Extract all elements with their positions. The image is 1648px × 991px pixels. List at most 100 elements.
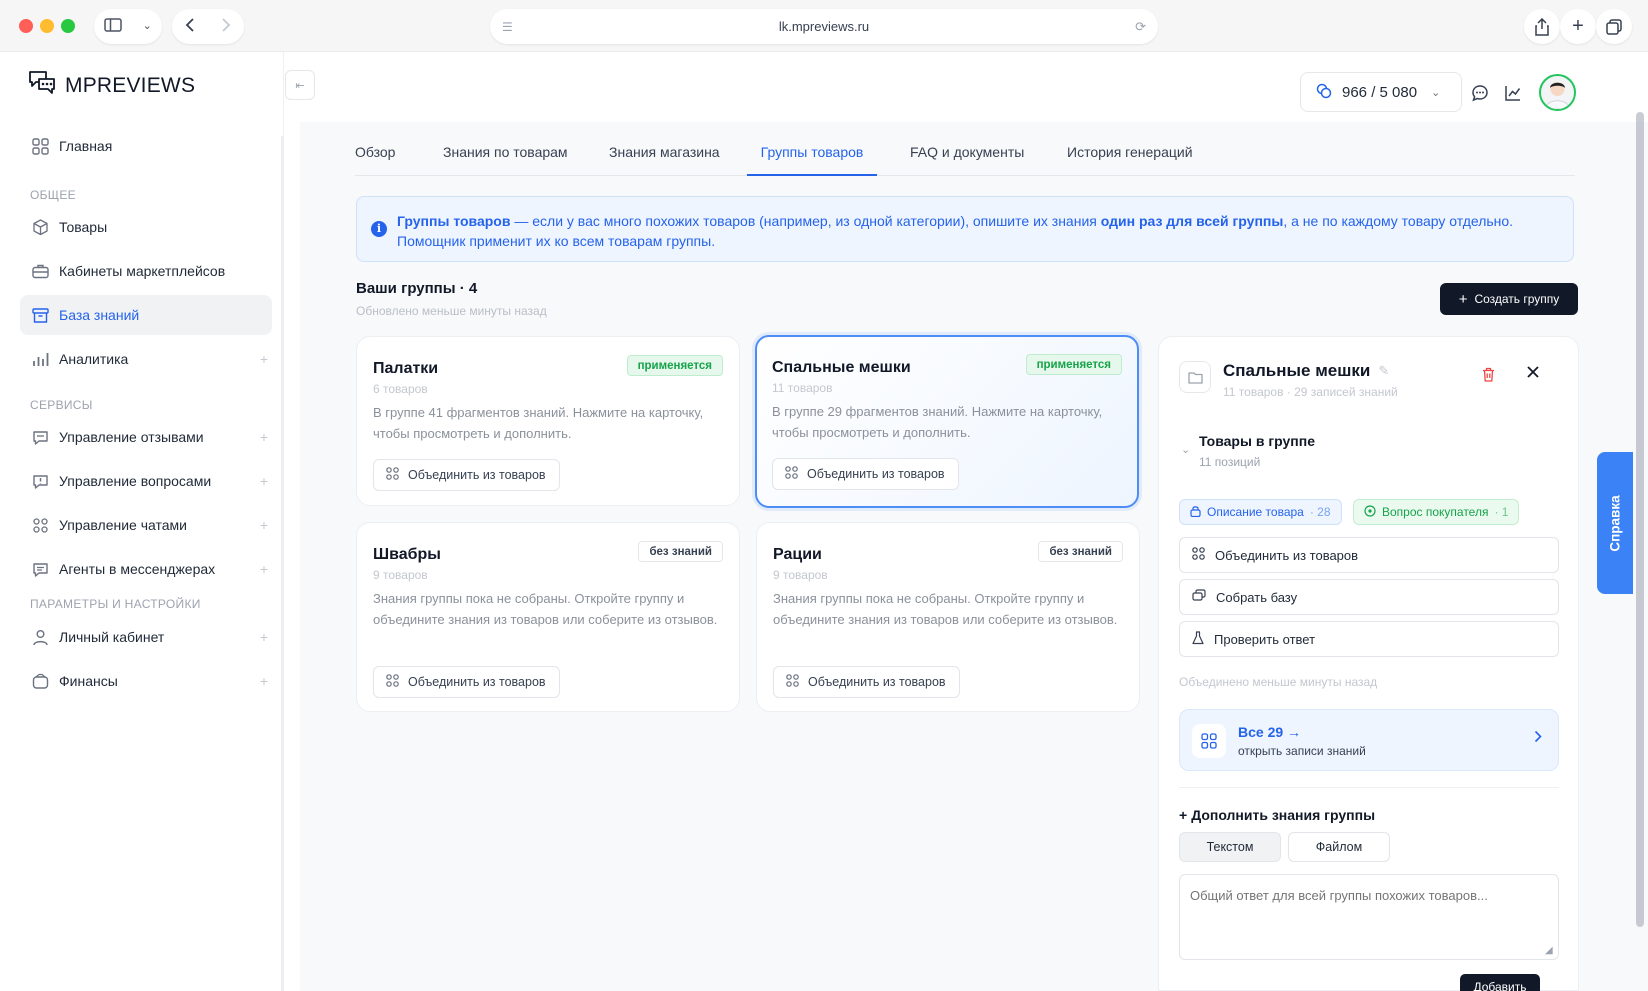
grid-icon <box>786 674 799 690</box>
sidebar-item-questions[interactable]: Управление вопросами + <box>20 461 272 501</box>
products-count: 11 позиций <box>1199 455 1261 469</box>
tab-overview-button[interactable] <box>1596 9 1632 44</box>
group-description: Знания группы пока не собраны. Откройте … <box>373 591 718 627</box>
chat-icon <box>1472 85 1488 102</box>
sidebar-item-label: Главная <box>59 138 113 154</box>
tab-generation-history[interactable]: История генераций <box>1067 144 1193 176</box>
lock-icon <box>1190 505 1201 520</box>
cubes-icon <box>31 218 49 236</box>
sidebar-item-analytics[interactable]: Аналитика + <box>20 339 272 379</box>
button-label: Собрать базу <box>1216 589 1298 605</box>
sidebar-item-products[interactable]: Товары <box>20 207 272 247</box>
merge-from-products-button[interactable]: Объединить из товаров <box>373 666 560 698</box>
avatar[interactable] <box>1539 74 1576 111</box>
sidebar-item-messenger-agents[interactable]: Агенты в мессенджерах + <box>20 549 272 589</box>
check-answer-button[interactable]: Проверить ответ <box>1179 621 1559 657</box>
sidebar-item-reviews[interactable]: Управление отзывами + <box>20 417 272 457</box>
expand-icon[interactable]: + <box>260 561 268 577</box>
merge-label: Объединить из товаров <box>808 675 946 689</box>
open-knowledge-records-link[interactable]: Все 29 → открыть записи знаний <box>1179 709 1559 771</box>
group-card-sleeping-bags[interactable]: Спальные мешки 11 товаров применяется В … <box>755 335 1139 508</box>
tab-store-knowledge[interactable]: Знания магазина <box>609 144 720 176</box>
group-card-mops[interactable]: Швабры 9 товаров без знаний Знания групп… <box>356 522 740 712</box>
sidebar-item-knowledge-base[interactable]: База знаний <box>20 295 272 335</box>
sidebar-icon <box>104 18 122 35</box>
address-bar[interactable]: ☰ lk.mpreviews.ru ⟳ <box>490 9 1158 44</box>
source-chip-question[interactable]: Вопрос покупателя · 1 <box>1353 499 1520 525</box>
close-window-button[interactable] <box>19 19 33 33</box>
chevron-down-icon[interactable]: ⌄ <box>1181 443 1190 456</box>
chevron-down-icon[interactable]: ⌄ <box>143 21 152 32</box>
expand-icon[interactable]: + <box>260 629 268 645</box>
grid-icon <box>1192 724 1226 758</box>
token-balance-dropdown[interactable]: 966 / 5 080 ⌄ <box>1300 72 1462 112</box>
sidebar-section-general: ОБЩЕЕ <box>30 188 76 202</box>
merge-from-products-button[interactable]: Объединить из товаров <box>773 666 960 698</box>
groups-updated: Обновлено меньше минуты назад <box>356 304 547 318</box>
chevron-right-icon <box>1534 730 1542 747</box>
create-group-button[interactable]: + Создать группу <box>1440 283 1578 315</box>
input-mode-text[interactable]: Текстом <box>1179 832 1281 862</box>
help-tab[interactable]: Справка <box>1597 452 1633 594</box>
share-button[interactable] <box>1524 9 1560 44</box>
expand-icon[interactable]: + <box>260 429 268 445</box>
sidebar-item-home[interactable]: Главная <box>20 126 272 166</box>
panel-title: Спальные мешки ✎ <box>1223 361 1389 381</box>
minimize-window-button[interactable] <box>40 19 54 33</box>
tab-faq-documents[interactable]: FAQ и документы <box>910 144 1024 176</box>
zoom-window-button[interactable] <box>61 19 75 33</box>
tab-product-knowledge[interactable]: Знания по товарам <box>443 144 568 176</box>
merge-from-products-button[interactable]: Объединить из товаров <box>1179 537 1559 573</box>
chip-count: · 28 <box>1309 505 1331 519</box>
sidebar-item-chats[interactable]: Управление чатами + <box>20 505 272 545</box>
add-button[interactable]: Добавить <box>1460 974 1540 991</box>
history-nav <box>172 9 244 44</box>
products-in-group-toggle[interactable]: Товары в группе <box>1199 433 1315 449</box>
group-card-radios[interactable]: Рации 9 товаров без знаний Знания группы… <box>756 522 1140 712</box>
input-mode-file[interactable]: Файлом <box>1288 832 1390 862</box>
sidebar-scrollbar[interactable] <box>281 136 284 991</box>
sidebar-item-label: Кабинеты маркетплейсов <box>59 263 226 279</box>
expand-icon[interactable]: + <box>260 473 268 489</box>
sidebar-item-finance[interactable]: Финансы + <box>20 661 272 701</box>
expand-icon[interactable]: + <box>260 517 268 533</box>
merge-from-products-button[interactable]: Объединить из товаров <box>772 458 959 490</box>
merge-from-products-button[interactable]: Объединить из товаров <box>373 459 560 491</box>
forward-icon[interactable] <box>221 17 231 36</box>
add-knowledge-heading[interactable]: + Дополнить знания группы <box>1179 807 1375 823</box>
reload-icon[interactable]: ⟳ <box>1135 19 1146 35</box>
resize-handle-icon[interactable]: ◢ <box>1545 945 1553 956</box>
chat-button[interactable] <box>1469 82 1491 104</box>
tab-product-groups[interactable]: Группы товаров <box>747 144 877 176</box>
new-tab-button[interactable]: + <box>1560 9 1596 44</box>
collapse-sidebar-button[interactable]: ⇤ <box>285 70 315 100</box>
source-chip-description[interactable]: Описание товара · 28 <box>1179 499 1342 525</box>
close-panel-button[interactable] <box>1526 363 1540 384</box>
sidebar-section-services: СЕРВИСЫ <box>30 398 93 412</box>
all-records-subtitle: открыть записи знаний <box>1238 744 1366 758</box>
delete-button[interactable] <box>1482 367 1495 385</box>
sidebar-item-marketplaces[interactable]: Кабинеты маркетплейсов <box>20 251 272 291</box>
page-scrollbar[interactable] <box>1636 112 1644 927</box>
back-icon[interactable] <box>185 17 195 36</box>
expand-icon[interactable]: + <box>260 351 268 367</box>
sidebar-toggle[interactable]: ⌄ <box>94 9 162 44</box>
expand-icon[interactable]: + <box>260 673 268 689</box>
stats-button[interactable] <box>1502 82 1524 104</box>
chip-count: · 1 <box>1494 505 1509 519</box>
edit-icon[interactable]: ✎ <box>1378 363 1389 379</box>
tab-overview[interactable]: Обзор <box>355 144 395 176</box>
messenger-icon <box>31 560 49 578</box>
folder-icon <box>1179 361 1211 393</box>
info-emphasis: один раз для всей группы <box>1100 213 1284 229</box>
group-card-tents[interactable]: Палатки 6 товаров применяется В группе 4… <box>356 336 740 506</box>
knowledge-textarea[interactable] <box>1179 874 1559 960</box>
grid-icon <box>785 466 798 482</box>
all-records-title: Все 29 → <box>1238 724 1302 740</box>
plus-icon: + <box>1179 807 1188 823</box>
page-menu-icon[interactable]: ☰ <box>502 20 513 34</box>
app-logo[interactable]: MPREVIEWS <box>27 70 195 102</box>
collect-base-button[interactable]: Собрать базу <box>1179 579 1559 615</box>
merge-label: Объединить из товаров <box>807 467 945 481</box>
sidebar-item-account[interactable]: Личный кабинет + <box>20 617 272 657</box>
